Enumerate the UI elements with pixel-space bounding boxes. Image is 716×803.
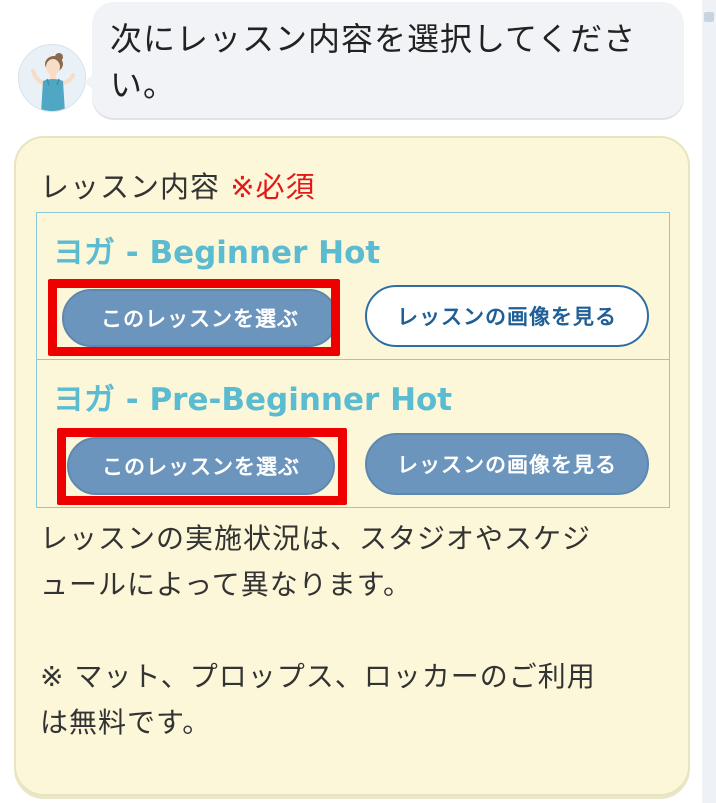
note-line-2: ュールによって異なります。 (40, 568, 412, 601)
note-line-4: は無料です。 (40, 706, 212, 739)
lesson-field-label-text: レッスン内容 (40, 170, 221, 204)
lesson-field-label: レッスン内容 ※必須 (40, 164, 316, 206)
lesson-item: ヨガ - Pre-Beginner Hot このレッスンを選ぶ レッスンの画像を… (37, 360, 669, 507)
lesson-title: ヨガ - Beginner Hot (53, 235, 381, 271)
instructor-avatar-icon (18, 44, 86, 112)
chat-message-row: 次にレッスン内容を選択してくださ い。 (0, 0, 702, 128)
chat-message-line-2: い。 (110, 66, 177, 104)
chat-message: 次にレッスン内容を選択してくださ い。 (110, 16, 664, 108)
right-scrollbar-strip (702, 0, 716, 803)
view-lesson-image-button[interactable]: レッスンの画像を見る (365, 285, 649, 347)
chat-message-line-1: 次にレッスン内容を選択してくださ (110, 20, 637, 58)
lesson-title: ヨガ - Pre-Beginner Hot (53, 382, 453, 418)
select-lesson-button[interactable]: このレッスンを選ぶ (62, 289, 338, 347)
view-lesson-image-button[interactable]: レッスンの画像を見る (365, 433, 649, 495)
note-line-1: レッスンの実施状況は、スタジオやスケジ (40, 522, 592, 555)
note-line-3: ※ マット、プロップス、ロッカーのご利用 (40, 660, 596, 693)
note-spacer (40, 608, 670, 654)
instructor-avatar-illustration (19, 45, 85, 111)
lesson-selection-card: レッスン内容 ※必須 ヨガ - Beginner Hot このレッスンを選ぶ レ… (14, 136, 690, 796)
scroll-mark (704, 12, 714, 22)
chat-bubble: 次にレッスン内容を選択してくださ い。 (84, 2, 684, 118)
lesson-list: ヨガ - Beginner Hot このレッスンを選ぶ レッスンの画像を見る ヨ… (36, 212, 670, 508)
select-lesson-button[interactable]: このレッスンを選ぶ (67, 437, 335, 495)
lesson-note: レッスンの実施状況は、スタジオやスケジ ュールによって異なります。 ※ マット、… (40, 516, 670, 746)
required-mark: ※必須 (230, 170, 316, 204)
lesson-item: ヨガ - Beginner Hot このレッスンを選ぶ レッスンの画像を見る (37, 213, 669, 360)
